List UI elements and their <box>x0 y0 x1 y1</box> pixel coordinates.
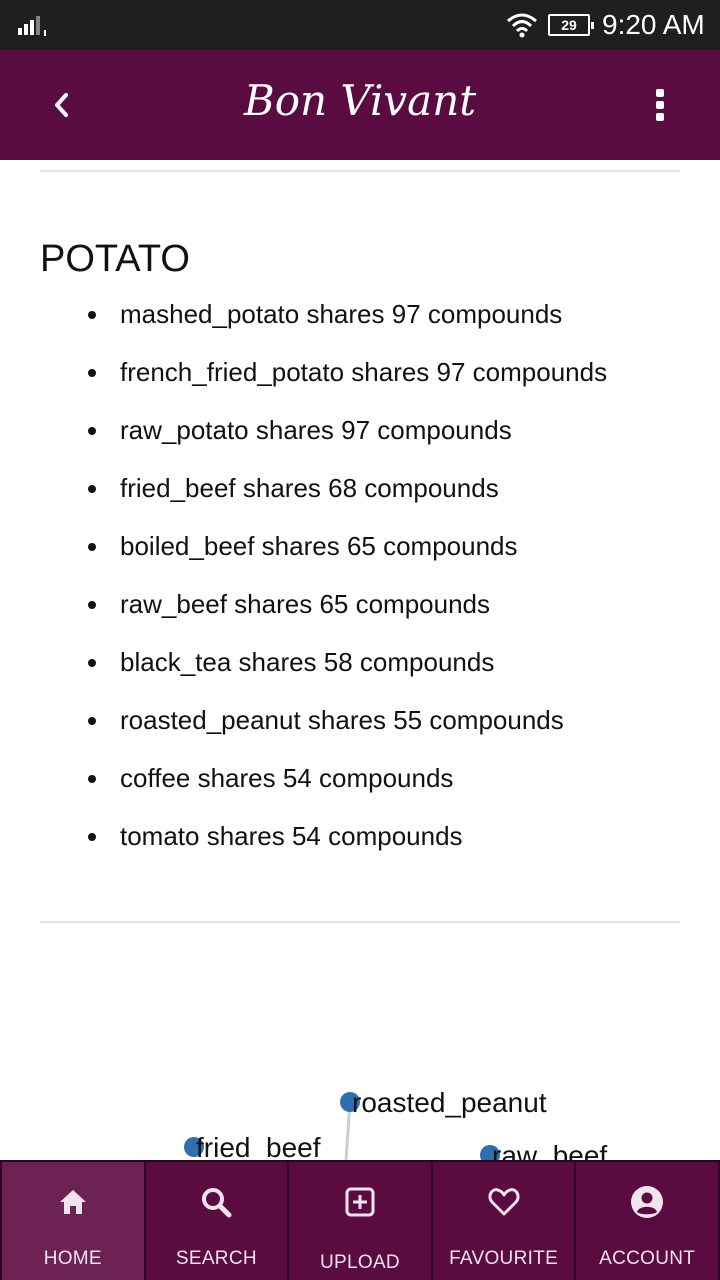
graph-node-label: roasted_peanut <box>352 1087 547 1118</box>
shared-compounds-list: mashed_potato shares 97 compounds french… <box>88 288 607 868</box>
battery-icon: 29 <box>548 14 594 36</box>
list-item: raw_beef shares 65 compounds <box>88 578 607 636</box>
bottom-divider <box>40 921 680 923</box>
nav-favourite-label: FAVOURITE <box>449 1248 559 1269</box>
home-icon <box>59 1190 86 1214</box>
nav-account[interactable]: ACCOUNT <box>574 1160 720 1280</box>
nav-home[interactable]: HOME <box>0 1160 144 1280</box>
nav-home-label: HOME <box>43 1248 102 1269</box>
list-item: boiled_beef shares 65 compounds <box>88 520 607 578</box>
nav-upload[interactable]: UPLOAD <box>287 1160 431 1280</box>
bottom-navigation: HOME SEARCH UPLOAD FAVOURITE ACCOUNT <box>0 1160 720 1280</box>
status-time: 9:20 AM <box>602 9 705 40</box>
search-icon <box>202 1188 232 1218</box>
app-title: Bon Vivant <box>243 76 477 125</box>
wifi-icon <box>507 13 537 38</box>
list-item: french_fried_potato shares 97 compounds <box>88 346 607 404</box>
list-item: fried_beef shares 68 compounds <box>88 462 607 520</box>
list-item: tomato shares 54 compounds <box>88 810 607 868</box>
status-bar: 29 9:20 AM <box>0 0 720 50</box>
list-item: raw_potato shares 97 compounds <box>88 404 607 462</box>
nav-search-label: SEARCH <box>175 1248 257 1269</box>
list-item: roasted_peanut shares 55 compounds <box>88 694 607 752</box>
nav-favourite[interactable]: FAVOURITE <box>430 1160 575 1280</box>
add-box-icon <box>345 1187 375 1217</box>
graph-node-label: fried_beef <box>196 1132 321 1160</box>
list-item: coffee shares 54 compounds <box>88 752 607 810</box>
graph-node-label: raw_beef <box>492 1140 607 1160</box>
overflow-menu-icon[interactable] <box>644 86 676 126</box>
app-bar: Bon Vivant <box>0 50 720 160</box>
signal-icon <box>18 16 46 36</box>
compound-network-graph[interactable]: roasted_peanut fried_beef raw_beef <box>0 1070 720 1160</box>
nav-account-label: ACCOUNT <box>599 1248 696 1269</box>
list-item: black_tea shares 58 compounds <box>88 636 607 694</box>
heart-icon <box>488 1188 520 1216</box>
nav-search[interactable]: SEARCH <box>143 1160 288 1280</box>
top-divider <box>40 170 680 172</box>
nav-upload-label: UPLOAD <box>320 1252 400 1273</box>
list-item: mashed_potato shares 97 compounds <box>88 288 607 346</box>
section-title: POTATO <box>40 238 190 280</box>
account-circle-icon <box>631 1186 664 1218</box>
